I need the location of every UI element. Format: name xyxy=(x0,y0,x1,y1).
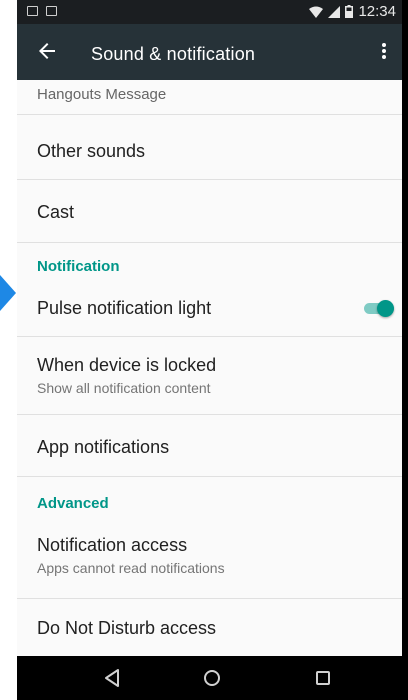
divider xyxy=(17,476,402,477)
battery-icon xyxy=(345,5,354,18)
status-bar: 12:34 xyxy=(17,0,402,24)
image-notification-icon xyxy=(27,6,38,16)
app-toolbar: Sound & notification xyxy=(17,24,402,80)
divider xyxy=(17,242,402,243)
notification-access-row[interactable]: Notification access Apps cannot read not… xyxy=(17,517,402,597)
notification-access-label: Notification access xyxy=(37,535,188,555)
page-title: Sound & notification xyxy=(91,44,256,64)
other-sounds-row[interactable]: Other sounds xyxy=(17,115,402,173)
pulse-light-toggle[interactable] xyxy=(364,298,394,318)
pulse-light-row[interactable]: Pulse notification light xyxy=(17,280,402,334)
wifi-icon xyxy=(309,6,324,18)
device-locked-row[interactable]: When device is locked Show all notificat… xyxy=(17,337,402,415)
back-arrow-icon[interactable] xyxy=(35,39,59,63)
cast-label: Cast xyxy=(37,202,75,222)
more-options-icon[interactable] xyxy=(372,39,396,63)
hangouts-message-row[interactable]: Hangouts Message xyxy=(17,80,402,112)
other-sounds-label: Other sounds xyxy=(37,141,146,161)
back-triangle-icon[interactable] xyxy=(99,664,127,692)
device-locked-summary: Show all notification content xyxy=(37,380,211,396)
toggle-thumb xyxy=(377,300,394,317)
hangouts-message-label: Hangouts Message xyxy=(37,86,167,103)
device-locked-label: When device is locked xyxy=(37,355,217,375)
pointer-arrow-icon xyxy=(0,275,16,311)
notification-icons xyxy=(27,6,57,16)
status-right: 12:34 xyxy=(309,3,396,20)
device-bezel xyxy=(402,0,408,700)
status-time: 12:34 xyxy=(358,3,396,20)
phone-screen: 12:34 Sound & notification Hangouts Mess… xyxy=(17,0,402,700)
cast-row[interactable]: Cast xyxy=(17,180,402,238)
notification-category-header: Notification xyxy=(37,258,120,275)
dnd-access-label: Do Not Disturb access xyxy=(37,618,217,638)
navigation-bar xyxy=(17,656,402,700)
recents-square-icon[interactable] xyxy=(309,664,337,692)
dnd-access-row[interactable]: Do Not Disturb access xyxy=(17,599,402,656)
cell-signal-icon xyxy=(328,5,341,18)
app-notifications-label: App notifications xyxy=(37,437,170,457)
email-notification-icon xyxy=(46,6,57,16)
notification-access-summary: Apps cannot read notifications xyxy=(37,560,225,576)
pulse-light-label: Pulse notification light xyxy=(37,298,212,318)
home-circle-icon[interactable] xyxy=(198,664,226,692)
app-notifications-row[interactable]: App notifications xyxy=(17,415,402,475)
settings-list: Hangouts Message Other sounds Cast Notif… xyxy=(17,80,402,656)
screenshot-frame: 12:34 Sound & notification Hangouts Mess… xyxy=(0,0,408,700)
advanced-category-header: Advanced xyxy=(37,495,109,512)
